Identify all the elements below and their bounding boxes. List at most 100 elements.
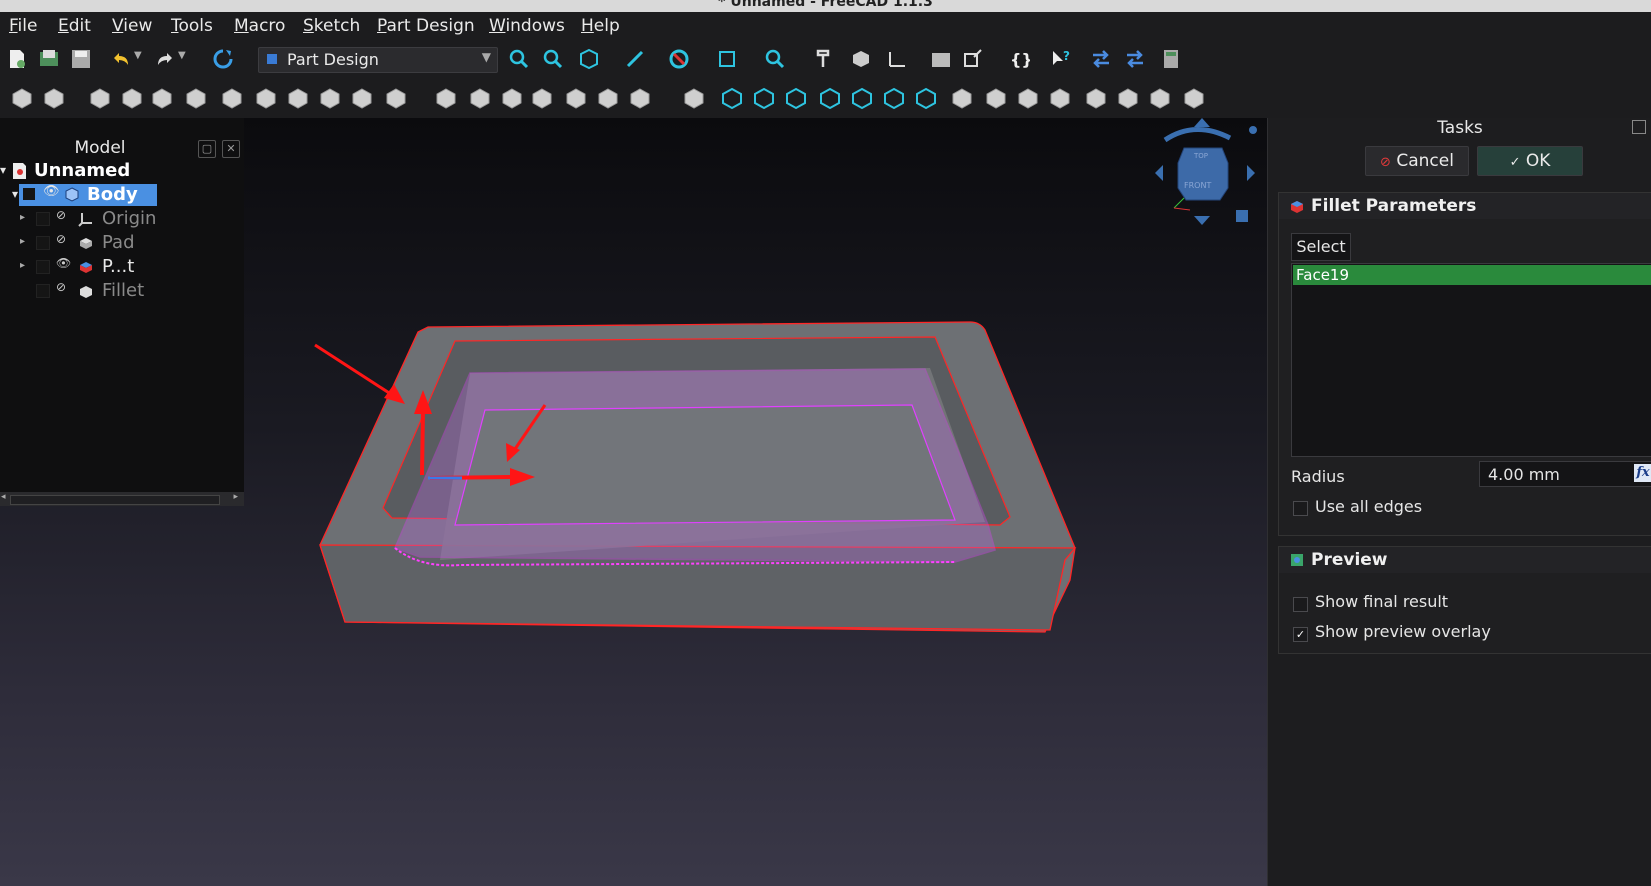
float-panel-button[interactable]: ▢ <box>198 140 216 158</box>
menu-help[interactable]: Help <box>581 16 620 36</box>
expression-icon[interactable]: fx <box>1634 464 1651 482</box>
tree-item-pad[interactable]: ▸ ⊘ Pad <box>20 232 240 254</box>
part-design-tool-icon[interactable] <box>754 87 774 110</box>
zoom-icon[interactable] <box>764 48 786 70</box>
reference-list[interactable]: Face19 <box>1291 263 1651 457</box>
part-design-tool-icon[interactable] <box>288 88 308 109</box>
menu-sketch[interactable]: Sketch <box>303 16 360 36</box>
draw-style-icon[interactable] <box>578 48 600 70</box>
menu-part-design[interactable]: Part Design <box>377 16 475 36</box>
link-icon[interactable] <box>962 48 984 70</box>
checkbox[interactable] <box>36 284 50 298</box>
show-final-result-checkbox[interactable] <box>1293 597 1308 612</box>
part-design-tools[interactable] <box>0 78 1300 118</box>
sync-alt-icon[interactable] <box>1124 48 1146 70</box>
part-design-tool-icon[interactable] <box>90 88 110 109</box>
checkbox[interactable] <box>36 260 50 274</box>
tree-item-pocket[interactable]: ▸ 👁 P...t <box>20 256 240 278</box>
part-design-tool-icon[interactable] <box>256 88 276 109</box>
tree-root[interactable]: ▾ Unnamed <box>0 160 240 182</box>
tree-item-origin[interactable]: ▸ ⊘ Origin <box>20 208 240 230</box>
std-views-icon[interactable] <box>668 48 690 70</box>
part-design-tool-icon[interactable] <box>12 88 32 109</box>
navigation-cube[interactable]: TOP FRONT <box>1140 118 1265 233</box>
part-design-tool-icon[interactable] <box>916 87 936 110</box>
part-design-tool-icon[interactable] <box>566 88 586 109</box>
scroll-left-icon[interactable]: ◂ <box>1 492 6 502</box>
calculator-icon[interactable] <box>1160 48 1182 70</box>
radius-input[interactable]: 4.00 mm fx <box>1479 461 1651 487</box>
use-all-edges-checkbox[interactable] <box>1293 501 1308 516</box>
part-design-tool-icon[interactable] <box>952 88 972 109</box>
float-panel-icon[interactable] <box>1632 120 1646 134</box>
scroll-thumb[interactable] <box>10 495 220 505</box>
hidden-eye-icon[interactable]: ⊘ <box>56 208 66 222</box>
refresh-icon[interactable] <box>212 48 234 70</box>
list-item[interactable]: Face19 <box>1293 265 1651 285</box>
part-design-tool-icon[interactable] <box>1118 88 1138 109</box>
redo-icon[interactable] <box>154 48 176 70</box>
part-design-tool-icon[interactable] <box>186 88 206 109</box>
fit-selection-icon[interactable] <box>542 48 564 70</box>
part-design-tool-icon[interactable] <box>320 88 340 109</box>
part-design-tool-icon[interactable] <box>722 87 742 110</box>
braces-icon[interactable]: {} <box>1008 48 1030 70</box>
menu-edit[interactable]: Edit <box>58 16 91 36</box>
sync-icon[interactable] <box>1090 48 1112 70</box>
part-design-tool-icon[interactable] <box>152 88 172 109</box>
menu-windows[interactable]: Windows <box>489 16 565 36</box>
part-design-tool-icon[interactable] <box>352 88 372 109</box>
hidden-eye-icon[interactable]: ⊘ <box>56 232 66 246</box>
undo-icon[interactable] <box>110 48 132 70</box>
scroll-right-icon[interactable]: ▸ <box>233 492 238 502</box>
menu-macro[interactable]: Macro <box>234 16 285 36</box>
redo-dropdown-icon[interactable]: ▼ <box>178 50 186 61</box>
preview-header[interactable]: Preview <box>1279 547 1651 573</box>
select-button[interactable]: Select <box>1291 233 1351 261</box>
part-design-tool-icon[interactable] <box>786 87 806 110</box>
part-design-tool-icon[interactable] <box>532 88 552 109</box>
checkbox[interactable] <box>36 212 50 226</box>
part-design-tool-icon[interactable] <box>852 87 872 110</box>
part-design-tool-icon[interactable] <box>884 87 904 110</box>
ok-button[interactable]: ✓ OK <box>1477 146 1583 176</box>
axis-icon[interactable] <box>886 48 908 70</box>
part-design-tool-icon[interactable] <box>122 88 142 109</box>
show-preview-overlay-checkbox[interactable]: ✓ <box>1293 627 1308 642</box>
part-design-tool-icon[interactable] <box>386 88 406 109</box>
checkbox[interactable] <box>23 188 35 200</box>
part-design-tool-icon[interactable] <box>986 88 1006 109</box>
part-design-tool-icon[interactable] <box>820 87 840 110</box>
menu-view[interactable]: View <box>112 16 152 36</box>
box-view-icon[interactable] <box>716 48 738 70</box>
eye-icon[interactable]: 👁 <box>43 184 60 199</box>
part-design-tool-icon[interactable] <box>44 88 64 109</box>
open-icon[interactable] <box>38 48 60 70</box>
part-design-tool-icon[interactable] <box>470 88 490 109</box>
part-design-tool-icon[interactable] <box>1050 88 1070 109</box>
tree-item-fillet[interactable]: ⊘ Fillet <box>20 280 240 302</box>
close-panel-button[interactable]: ✕ <box>222 140 240 158</box>
fit-all-icon[interactable] <box>508 48 530 70</box>
part-design-tool-icon[interactable] <box>222 88 242 109</box>
hidden-eye-icon[interactable]: ⊘ <box>56 280 66 294</box>
undo-dropdown-icon[interactable]: ▼ <box>134 50 142 61</box>
part-design-tool-icon[interactable] <box>684 88 704 109</box>
folder-icon[interactable] <box>930 48 952 70</box>
new-document-icon[interactable] <box>6 48 28 70</box>
part-design-tool-icon[interactable] <box>1150 88 1170 109</box>
measure-icon[interactable] <box>624 48 646 70</box>
part-design-tool-icon[interactable] <box>598 88 618 109</box>
whats-this-icon[interactable]: ? <box>1050 48 1072 70</box>
tree-item-body[interactable]: ▾ 👁 Body <box>12 184 157 206</box>
part-design-tool-icon[interactable] <box>630 88 650 109</box>
menu-tools[interactable]: Tools <box>171 16 213 36</box>
workbench-selector[interactable]: Part Design ▼ <box>258 47 498 73</box>
save-icon[interactable] <box>70 48 92 70</box>
tree-horizontal-scrollbar[interactable]: ◂ ▸ <box>0 492 244 506</box>
menu-file[interactable]: File <box>9 16 37 36</box>
part-design-tool-icon[interactable] <box>436 88 456 109</box>
fillet-parameters-header[interactable]: Fillet Parameters <box>1279 193 1651 219</box>
part-design-tool-icon[interactable] <box>1086 88 1106 109</box>
eye-icon[interactable]: 👁 <box>56 256 71 270</box>
